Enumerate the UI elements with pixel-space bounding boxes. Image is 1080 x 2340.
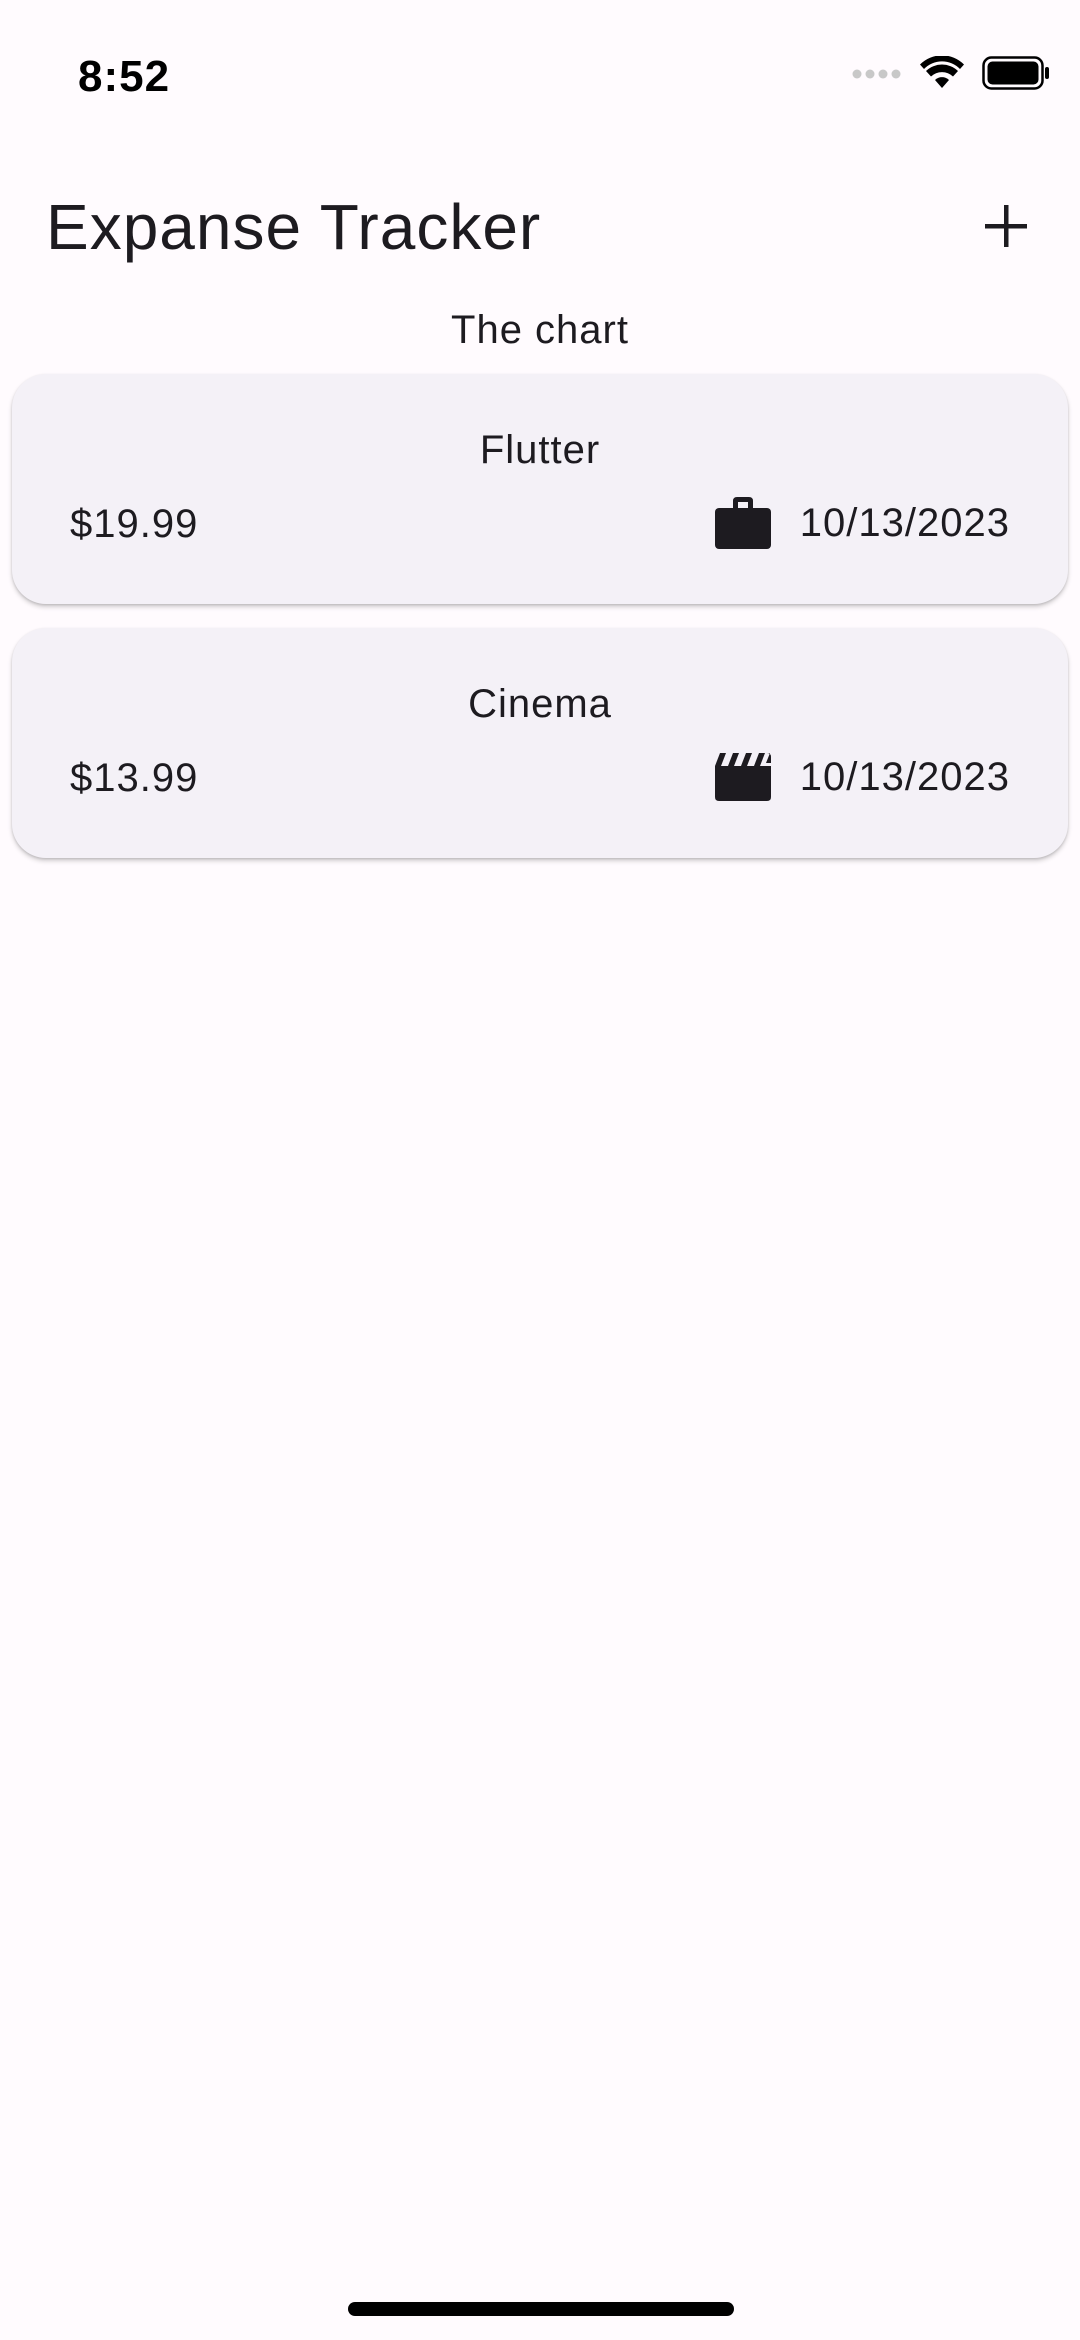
expense-date: 10/13/2023	[799, 500, 1010, 545]
status-icons	[852, 55, 1050, 95]
work-briefcase-icon	[714, 494, 772, 552]
expense-card[interactable]: Cinema $13.99 10/13/2023	[12, 628, 1068, 858]
plus-icon	[985, 205, 1027, 247]
expense-title: Flutter	[479, 428, 601, 472]
expense-meta: 10/13/2023	[714, 748, 1010, 806]
battery-icon	[982, 56, 1050, 95]
expense-list: Flutter $19.99 10/13/2023 Cinema $13.99	[12, 374, 1068, 882]
cellular-signal-icon	[852, 67, 902, 85]
expense-amount: $13.99	[70, 756, 199, 800]
status-time: 8:52	[78, 52, 171, 101]
expense-amount: $19.99	[70, 502, 199, 546]
expense-title: Cinema	[468, 682, 612, 726]
home-indicator[interactable]	[348, 2302, 734, 2316]
movie-clapperboard-icon	[714, 748, 772, 806]
app-bar: Expanse Tracker	[0, 176, 1080, 276]
chart-placeholder: The chart	[451, 308, 629, 352]
add-expense-button[interactable]	[968, 188, 1044, 264]
app-title: Expanse Tracker	[46, 191, 542, 263]
expense-card[interactable]: Flutter $19.99 10/13/2023	[12, 374, 1068, 604]
wifi-icon	[920, 55, 964, 95]
expense-date: 10/13/2023	[799, 754, 1010, 799]
status-bar: 8:52	[0, 0, 1080, 150]
expense-meta: 10/13/2023	[714, 494, 1010, 552]
